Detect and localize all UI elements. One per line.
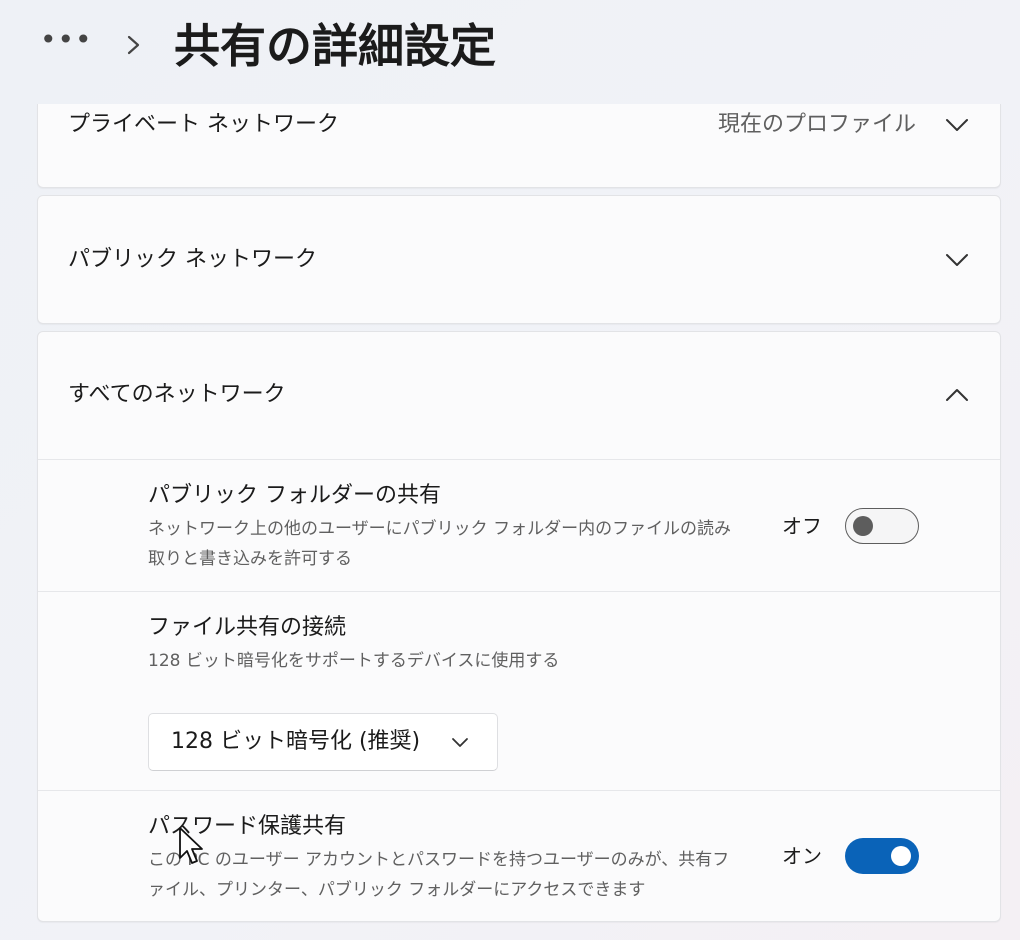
toggle-knob (891, 846, 911, 866)
chevron-down-icon (452, 738, 468, 747)
chevron-right-icon (127, 35, 140, 55)
page-header: ••• 共有の詳細設定 (0, 0, 1020, 104)
password-protected-sharing-toggle[interactable] (845, 838, 919, 874)
chevron-up-icon[interactable] (944, 386, 970, 404)
page-title: 共有の詳細設定 (174, 19, 496, 73)
private-network-label: プライベート ネットワーク (68, 112, 339, 137)
all-networks-label[interactable]: すべてのネットワーク (68, 380, 286, 410)
mouse-cursor-icon (179, 827, 203, 864)
public-folder-sharing-description: ネットワーク上の他のユーザーにパブリック フォルダー内のファイルの読み取りと書き… (148, 519, 732, 569)
public-folder-sharing-state: オフ (782, 514, 822, 538)
chevron-down-icon[interactable] (944, 116, 970, 134)
chevron-down-icon[interactable] (944, 251, 970, 269)
public-folder-sharing-title: パブリック フォルダーの共有 (148, 483, 441, 508)
encryption-dropdown-value: 128 ビット暗号化 (推奨) (171, 729, 421, 754)
file-sharing-connections-description: 128 ビット暗号化をサポートするデバイスに使用する (148, 651, 560, 671)
public-folder-sharing-toggle[interactable] (845, 508, 919, 544)
current-profile-label: 現在のプロファイル (717, 112, 916, 137)
row-divider (38, 790, 1000, 791)
private-network-card[interactable]: プライベート ネットワーク 現在のプロファイル (37, 104, 1001, 188)
file-sharing-connections-title: ファイル共有の接続 (148, 615, 347, 640)
encryption-dropdown[interactable]: 128 ビット暗号化 (推奨) (148, 713, 498, 771)
public-network-card[interactable]: パブリック ネットワーク (37, 195, 1001, 324)
row-divider (38, 591, 1000, 592)
password-protected-sharing-description: この PC のユーザー アカウントとパスワードを持つユーザーのみが、共有ファイル… (148, 850, 730, 900)
password-protected-sharing-state: オン (782, 844, 822, 868)
section-divider (38, 459, 1000, 460)
toggle-knob (853, 516, 873, 536)
more-breadcrumbs-button[interactable]: ••• (40, 26, 93, 54)
public-network-label: パブリック ネットワーク (68, 247, 317, 272)
